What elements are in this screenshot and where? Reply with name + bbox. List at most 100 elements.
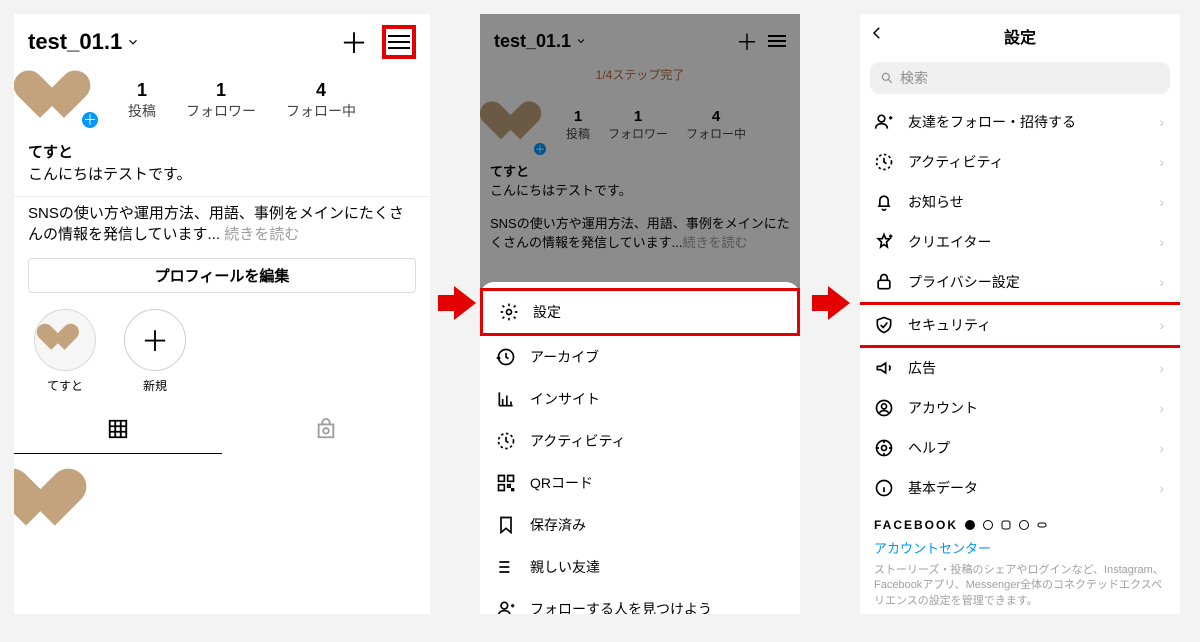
menu-item-qr[interactable]: QRコード (480, 462, 800, 504)
facebook-icon (964, 519, 976, 531)
profile-header: test_01.1 ＋ (14, 14, 430, 62)
menu-item-insights[interactable]: インサイト (480, 378, 800, 420)
discover-icon (496, 599, 516, 614)
activity-icon (874, 152, 894, 172)
description-text: SNSの使い方や運用方法、用語、事例をメインにたくさんの情報を発信しています..… (28, 205, 404, 244)
menu-item-activity[interactable]: アクティビティ (480, 420, 800, 462)
menu-screen: test_01.1 ＋ 1/4ステップ完了 ＋ 1投稿 1フォロワー 4フォロー… (480, 14, 800, 614)
stat-followers[interactable]: 1 フォロワー (186, 80, 256, 121)
stat-label: フォロワー (186, 101, 256, 121)
messenger-icon (982, 519, 994, 531)
whatsapp-icon (1018, 519, 1030, 531)
tab-grid[interactable] (14, 410, 222, 454)
profile-tabs (14, 410, 430, 454)
page-title: 設定 (892, 24, 1172, 48)
settings-item-creator[interactable]: クリエイター › (860, 222, 1180, 262)
settings-label: アクティビティ (908, 152, 1004, 172)
menu-item-discover-people[interactable]: フォローする人を見つけよう (480, 588, 800, 614)
menu-label: フォローする人を見つけよう (530, 599, 712, 614)
settings-item-about[interactable]: 基本データ › (860, 468, 1180, 508)
menu-label: QRコード (530, 473, 593, 493)
username-dropdown[interactable]: test_01.1 (28, 29, 340, 55)
menu-item-archive[interactable]: アーカイブ (480, 336, 800, 378)
menu-item-saved[interactable]: 保存済み (480, 504, 800, 546)
search-input[interactable]: 検索 (870, 62, 1170, 94)
settings-item-invite[interactable]: 友達をフォロー・招待する› (860, 102, 1180, 142)
saved-icon (496, 515, 516, 535)
create-post-button[interactable]: ＋ (340, 22, 368, 62)
menu-sheet: 設定 アーカイブ インサイト アクティビティ QRコード 保存済み 親しい友達 (480, 282, 800, 614)
footer-note: ストーリーズ・投稿のシェアやログインなど、Instagram、Facebookア… (874, 563, 1166, 609)
chevron-right-icon: › (1159, 317, 1164, 333)
settings-item-notifications[interactable]: お知らせ › (860, 182, 1180, 222)
story-label: 新規 (124, 377, 186, 394)
stat-posts[interactable]: 1 投稿 (128, 80, 156, 121)
settings-item-help[interactable]: ヘルプ› (860, 428, 1180, 468)
feed-item[interactable] (14, 454, 430, 554)
oculus-icon (1036, 519, 1048, 531)
tab-tagged[interactable] (222, 410, 430, 454)
chevron-right-icon: › (1159, 194, 1164, 210)
chevron-right-icon: › (1159, 234, 1164, 250)
add-story-badge[interactable]: ＋ (80, 110, 100, 130)
settings-label: お知らせ (908, 192, 964, 212)
settings-item-activity[interactable]: アクティビティ › (860, 142, 1180, 182)
stats-row: ＋ 1 投稿 1 フォロワー 4 フォロー中 (14, 62, 430, 134)
settings-item-account[interactable]: アカウント › (860, 388, 1180, 428)
settings-screen: 設定 検索 友達をフォロー・招待する› アクティビティ› お知らせ› クリエイタ… (860, 14, 1180, 614)
search-icon (880, 71, 894, 85)
menu-item-settings[interactable]: 設定 (480, 288, 800, 336)
bio-text: こんにちはテストです。 (28, 164, 416, 186)
gear-icon (499, 302, 519, 322)
hamburger-menu-button[interactable] (382, 25, 416, 59)
menu-item-close-friends[interactable]: 親しい友達 (480, 546, 800, 588)
tutorial-arrow-icon (438, 286, 476, 320)
chevron-right-icon: › (1159, 154, 1164, 170)
story-item[interactable]: てすと (34, 309, 96, 394)
instagram-icon (1000, 519, 1012, 531)
settings-label: 友達をフォロー・招待する (908, 112, 1076, 132)
info-icon (874, 478, 894, 498)
chevron-right-icon: › (1159, 400, 1164, 416)
ads-icon (874, 358, 894, 378)
menu-label: 保存済み (530, 515, 586, 535)
facebook-label: FACEBOOK (874, 518, 958, 532)
settings-label: プライバシー設定 (908, 272, 1020, 292)
chevron-right-icon: › (1159, 360, 1164, 376)
story-highlights: てすと ＋ 新規 (14, 293, 430, 398)
stat-value: 1 (128, 80, 156, 101)
avatar[interactable]: ＋ (20, 72, 110, 128)
settings-label: クリエイター (908, 232, 991, 252)
settings-item-ads[interactable]: 広告› (860, 348, 1180, 388)
lock-icon (874, 272, 894, 292)
archive-icon (496, 347, 516, 367)
username-label: test_01.1 (28, 29, 122, 55)
grid-icon (107, 418, 129, 440)
heart-icon (50, 325, 81, 356)
chevron-right-icon: › (1159, 480, 1164, 496)
story-new-button[interactable]: ＋ 新規 (124, 309, 186, 394)
account-icon (874, 398, 894, 418)
settings-label: セキュリティ (908, 315, 991, 335)
stat-value: 4 (286, 80, 356, 101)
settings-item-security[interactable]: セキュリティ › (860, 302, 1180, 348)
menu-label: アクティビティ (530, 431, 626, 451)
qr-icon (496, 473, 516, 493)
chevron-right-icon: › (1159, 274, 1164, 290)
settings-label: 基本データ (908, 478, 978, 498)
back-button[interactable] (868, 24, 892, 48)
stat-following[interactable]: 4 フォロー中 (286, 80, 356, 121)
display-name: てすと (28, 142, 416, 164)
read-more-link[interactable]: 続きを読む (224, 226, 299, 243)
menu-label: 設定 (533, 302, 561, 322)
help-icon (874, 438, 894, 458)
settings-label: アカウント (908, 398, 978, 418)
chevron-down-icon (126, 35, 140, 49)
stat-value: 1 (186, 80, 256, 101)
settings-label: ヘルプ (908, 438, 950, 458)
account-center-link[interactable]: アカウントセンター (874, 538, 1166, 557)
settings-footer: FACEBOOK アカウントセンター ストーリーズ・投稿のシェアやログインなど、… (860, 508, 1180, 614)
edit-profile-button[interactable]: プロフィールを編集 (28, 258, 416, 293)
settings-item-privacy[interactable]: プライバシー設定 › (860, 262, 1180, 302)
bell-icon (874, 192, 894, 212)
